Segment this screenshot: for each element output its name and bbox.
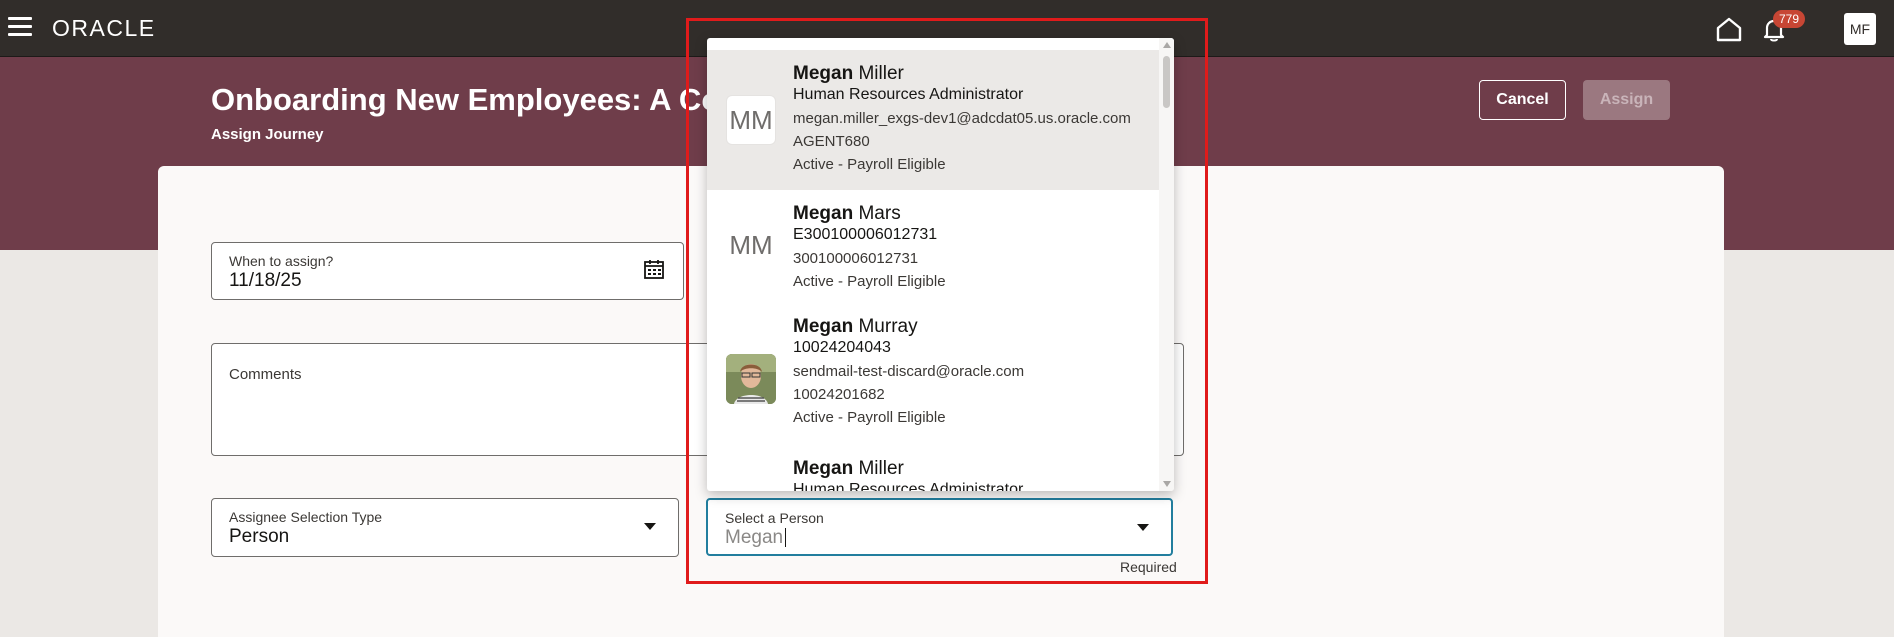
person-detail: E300100006012731 [793,226,938,243]
person-avatar: MM [726,220,776,270]
list-item[interactable]: Megan Miller Human Resources Administrat… [707,448,1159,491]
person-detail: 300100006012731 [793,250,919,267]
person-detail: Human Resources Administrator [793,481,1024,491]
assignee-selection-type-select[interactable]: Assignee Selection Type Person [211,498,679,557]
dropdown-scrollbar[interactable] [1159,38,1174,491]
person-detail: 10024201682 [793,386,885,403]
list-item[interactable]: Megan Murray 10024204043 sendmail-test-d… [707,308,1159,448]
list-item[interactable]: MM Megan Miller Human Resources Administ… [707,50,1159,190]
user-avatar[interactable]: MF [1844,13,1876,45]
background-texture-left [0,250,158,637]
when-to-assign-label: When to assign? [229,253,334,269]
person-detail: Human Resources Administrator [793,86,1024,103]
person-avatar: MM [726,95,776,145]
home-icon[interactable] [1715,16,1743,42]
page-subtitle: Assign Journey [211,126,324,143]
scroll-up-icon[interactable] [1163,42,1171,48]
chevron-down-icon[interactable] [1137,524,1149,531]
calendar-icon[interactable] [643,258,665,280]
person-dropdown-list: MM Megan Miller Human Resources Administ… [707,38,1174,491]
chevron-down-icon[interactable] [644,523,656,530]
list-item[interactable]: MM Megan Mars E300100006012731 300100006… [707,190,1159,308]
assignee-selection-type-label: Assignee Selection Type [229,509,383,525]
person-name: Megan Miller [793,458,904,479]
scrollbar-thumb[interactable] [1163,56,1170,108]
person-detail: Active - Payroll Eligible [793,409,946,426]
assign-button[interactable]: Assign [1583,80,1670,120]
person-detail: sendmail-test-discard@oracle.com [793,363,1025,380]
cancel-button[interactable]: Cancel [1479,80,1566,120]
person-photo [726,354,776,404]
notification-badge: 779 [1773,10,1806,28]
menu-icon[interactable] [8,17,32,39]
person-detail: Active - Payroll Eligible [793,273,946,290]
select-person-input[interactable]: Select a Person Megan [706,498,1173,556]
scroll-down-icon[interactable] [1163,481,1171,487]
comments-label: Comments [229,366,302,383]
oracle-logo[interactable]: ORACLE [52,15,156,42]
person-name: Megan Mars [793,203,901,224]
person-detail: Active - Payroll Eligible [793,156,946,173]
assignee-selection-type-value: Person [229,526,290,547]
person-name: Megan Miller [793,63,904,84]
page-title: Onboarding New Employees: A Co [211,82,721,117]
select-person-value: Megan [725,527,787,549]
background-texture-right [1724,250,1894,637]
person-detail: AGENT680 [793,133,870,150]
person-detail: megan.miller_exgs-dev1@adcdat05.us.oracl… [793,110,1131,127]
when-to-assign-field[interactable]: When to assign? 11/18/25 [211,242,684,300]
required-hint: Required [1120,559,1177,575]
person-detail: 10024204043 [793,339,891,356]
select-person-label: Select a Person [725,510,824,526]
person-name: Megan Murray [793,316,918,337]
when-to-assign-value: 11/18/25 [229,270,302,291]
